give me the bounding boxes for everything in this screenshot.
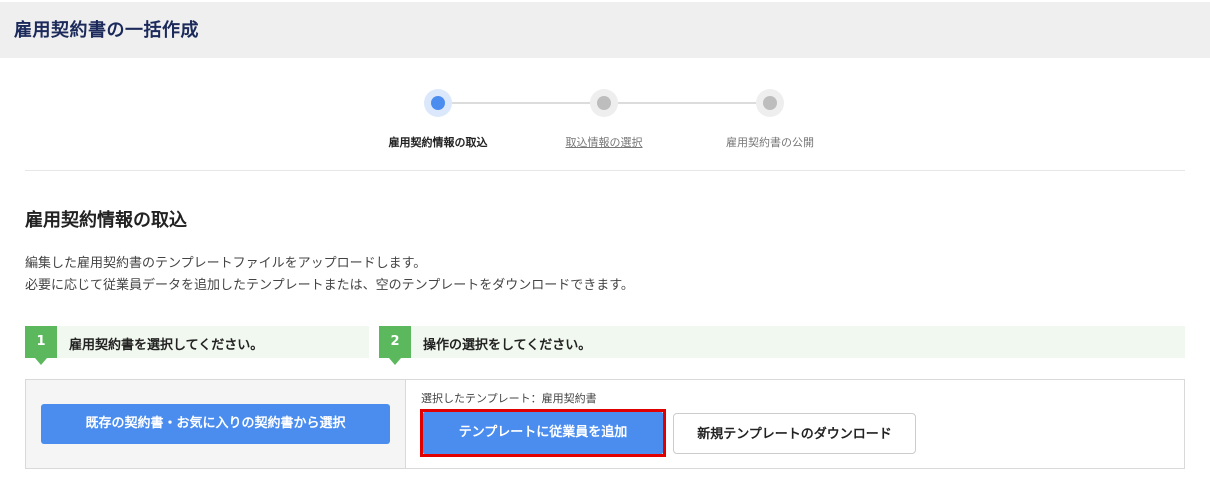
download-new-template-button[interactable]: 新規テンプレートのダウンロード — [673, 413, 916, 454]
instruction-text: 雇用契約書を選択してください。 — [69, 338, 264, 353]
progress-stepper: 雇用契約情報の取込 取込情報の選択 雇用契約書の公開 — [0, 86, 1210, 156]
step-connector — [618, 102, 756, 104]
add-employees-to-template-button[interactable]: テンプレートに従業員を追加 — [423, 412, 663, 454]
page-header: 雇用契約書の一括作成 — [0, 2, 1210, 58]
step-3-indicator — [756, 89, 784, 117]
step-connector — [452, 102, 590, 104]
step-2-indicator — [590, 89, 618, 117]
description-line-2: 必要に応じて従業員データを追加したテンプレートまたは、空のテンプレートをダウンロ… — [25, 278, 634, 293]
section-description: 編集した雇用契約書のテンプレートファイルをアップロードします。 必要に応じて従業… — [25, 253, 634, 297]
instruction-step-2: 2 操作の選択をしてください。 — [379, 326, 1185, 365]
step-number-badge: 2 — [379, 326, 411, 365]
page-title: 雇用契約書の一括作成 — [14, 20, 199, 41]
select-existing-contract-button[interactable]: 既存の契約書・お気に入りの契約書から選択 — [41, 404, 390, 444]
step-3-label: 雇用契約書の公開 — [726, 136, 814, 149]
instruction-step-1: 1 雇用契約書を選択してください。 — [25, 326, 369, 365]
section-title: 雇用契約情報の取込 — [25, 210, 187, 231]
instruction-text: 操作の選択をしてください。 — [423, 338, 592, 353]
step-2-label[interactable]: 取込情報の選択 — [566, 134, 643, 150]
step-number-badge: 1 — [25, 326, 57, 365]
step-1-indicator — [424, 89, 452, 117]
divider — [25, 170, 1185, 171]
action-panel: 既存の契約書・お気に入りの契約書から選択 選択したテンプレート：雇用契約書 テン… — [25, 379, 1185, 469]
step-1-label: 雇用契約情報の取込 — [388, 136, 488, 149]
selected-template-label: 選択したテンプレート：雇用契約書 — [421, 392, 597, 405]
description-line-1: 編集した雇用契約書のテンプレートファイルをアップロードします。 — [25, 256, 427, 271]
